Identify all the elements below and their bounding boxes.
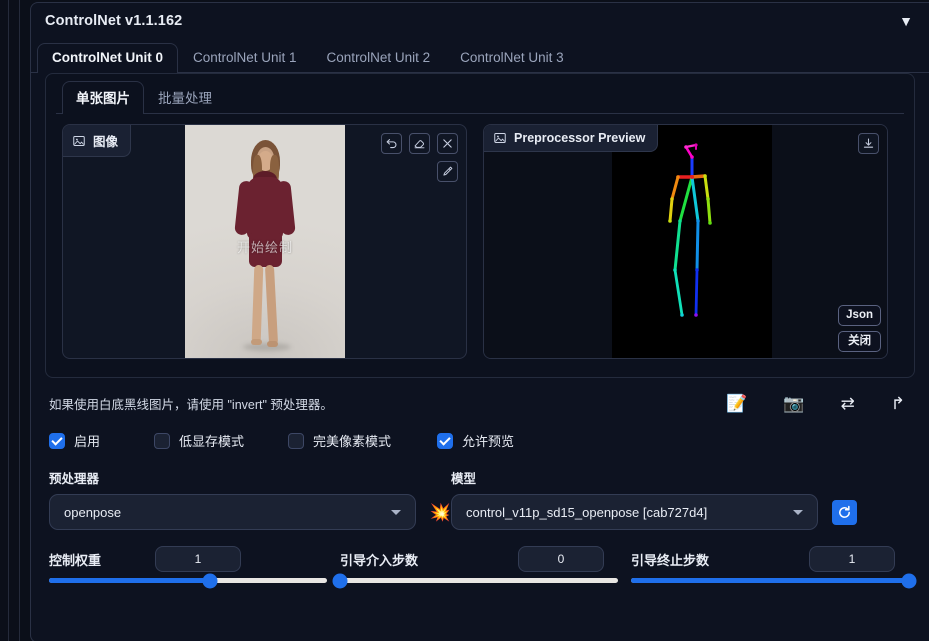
model-label: 模型 bbox=[451, 472, 477, 486]
tab-controlnet-unit-3[interactable]: ControlNet Unit 3 bbox=[445, 43, 579, 73]
checkbox-low-vram-label: 低显存模式 bbox=[179, 434, 245, 449]
pen-icon[interactable] bbox=[437, 161, 458, 182]
preprocessor-value: openpose bbox=[64, 504, 122, 520]
slider-end-step-top: 引导终止步数 1 bbox=[631, 546, 909, 572]
accordion-header[interactable]: ControlNet v1.1.162 ▼ bbox=[31, 3, 929, 39]
checkbox-allow-preview-label: 允许预览 bbox=[462, 434, 515, 449]
preprocessor-canvas bbox=[612, 125, 772, 358]
preprocessor-group: 预处理器 openpose 💥 bbox=[49, 468, 451, 530]
checkbox-pixel-perfect-label: 完美像素模式 bbox=[313, 434, 392, 449]
preprocessor-line: openpose 💥 bbox=[49, 494, 451, 530]
checkbox-enable[interactable]: 启用 bbox=[49, 431, 100, 450]
image-tool-column bbox=[381, 133, 458, 182]
slider-control-weight-thumb[interactable] bbox=[202, 573, 218, 588]
options-checkbox-row: 启用 低显存模式 完美像素模式 允许预览 bbox=[31, 413, 929, 450]
controlnet-accordion: ControlNet v1.1.162 ▼ ControlNet Unit 0 … bbox=[30, 2, 929, 641]
openpose-skeleton bbox=[668, 143, 712, 317]
slider-row: 控制权重 1 引导介入步数 0 引导终止步数 1 bbox=[31, 530, 929, 588]
checkbox-allow-preview[interactable]: 允许预览 bbox=[437, 431, 514, 450]
json-button[interactable]: Json bbox=[838, 305, 881, 326]
invert-hint-text: 如果使用白底黑线图片，请使用 "invert" 预处理器。 bbox=[49, 398, 333, 412]
slider-start-step-label: 引导介入步数 bbox=[340, 552, 419, 568]
checkbox-low-vram[interactable]: 低显存模式 bbox=[154, 431, 244, 450]
slider-start-step-track[interactable] bbox=[332, 573, 618, 588]
image-icon bbox=[494, 133, 506, 143]
slider-end-step-thumb[interactable] bbox=[901, 573, 917, 588]
slider-control-weight-track[interactable] bbox=[49, 573, 327, 588]
slider-end-step-track[interactable] bbox=[631, 573, 917, 588]
refresh-icon[interactable] bbox=[832, 499, 857, 525]
unit-content-panel: 单张图片 批量处理 图像 开始绘制 Preprocessor Preview J… bbox=[45, 73, 915, 378]
tab-controlnet-unit-0[interactable]: ControlNet Unit 0 bbox=[37, 43, 178, 73]
checkbox-low-vram-box[interactable] bbox=[154, 432, 171, 449]
slider-control-weight-value[interactable]: 1 bbox=[155, 546, 242, 572]
model-group: 模型 control_v11p_sd15_openpose [cab727d4] bbox=[451, 468, 857, 530]
eraser-icon[interactable] bbox=[409, 133, 430, 154]
checkbox-enable-box[interactable] bbox=[49, 432, 65, 449]
checkbox-allow-preview-box[interactable] bbox=[437, 432, 454, 449]
model-value: control_v11p_sd15_openpose [cab727d4] bbox=[466, 504, 708, 520]
preview-tool-column bbox=[858, 133, 879, 154]
camera-icon[interactable]: 📷 bbox=[783, 395, 804, 412]
preprocessor-dropdown[interactable]: openpose bbox=[49, 494, 416, 530]
close-preview-button[interactable]: 关闭 bbox=[838, 331, 881, 352]
run-preprocessor-icon[interactable]: 💥 bbox=[430, 504, 451, 521]
slider-end-step-label: 引导终止步数 bbox=[631, 552, 710, 568]
outer-frame-line-2 bbox=[19, 0, 20, 641]
preview-tab: Preprocessor Preview bbox=[484, 125, 659, 152]
tab-controlnet-unit-1[interactable]: ControlNet Unit 1 bbox=[178, 43, 312, 73]
preprocessor-preview-box[interactable]: Preprocessor Preview Json 关闭 bbox=[483, 124, 888, 359]
slider-start-step-value[interactable]: 0 bbox=[518, 546, 605, 572]
slider-control-weight-top: 控制权重 1 bbox=[49, 546, 327, 572]
model-dropdown[interactable]: control_v11p_sd15_openpose [cab727d4] bbox=[451, 494, 818, 530]
slider-start-step: 引导介入步数 0 bbox=[332, 546, 618, 588]
slider-end-step-value[interactable]: 1 bbox=[809, 546, 896, 572]
uploaded-photo: 开始绘制 bbox=[185, 125, 345, 358]
unit-tab-bar: ControlNet Unit 0 ControlNet Unit 1 Cont… bbox=[31, 39, 929, 73]
checkbox-pixel-perfect[interactable]: 完美像素模式 bbox=[288, 431, 391, 450]
input-image-box[interactable]: 图像 开始绘制 bbox=[62, 124, 467, 359]
image-tool-row bbox=[381, 133, 458, 154]
chevron-down-icon[interactable] bbox=[793, 509, 803, 515]
tab-batch-process[interactable]: 批量处理 bbox=[144, 81, 226, 114]
slider-start-step-thumb[interactable] bbox=[332, 573, 348, 588]
send-dimensions-icon[interactable]: ↱ bbox=[891, 395, 905, 412]
download-icon[interactable] bbox=[858, 133, 879, 154]
page-title: ControlNet v1.1.162 bbox=[45, 13, 183, 29]
input-image-tab-label: 图像 bbox=[93, 135, 119, 149]
undo-icon[interactable] bbox=[381, 133, 402, 154]
input-image-tab: 图像 bbox=[63, 125, 132, 157]
model-line: control_v11p_sd15_openpose [cab727d4] bbox=[451, 494, 857, 530]
tab-single-image[interactable]: 单张图片 bbox=[62, 81, 144, 114]
image-tool-row-2 bbox=[437, 161, 458, 182]
close-icon[interactable] bbox=[437, 133, 458, 154]
preview-tab-label: Preprocessor Preview bbox=[514, 131, 646, 145]
tab-controlnet-unit-2[interactable]: ControlNet Unit 2 bbox=[312, 43, 446, 73]
photo-watermark: 开始绘制 bbox=[236, 240, 293, 255]
preprocessor-label: 预处理器 bbox=[49, 472, 100, 486]
image-row: 图像 开始绘制 Preprocessor Preview Json 关闭 bbox=[56, 114, 904, 359]
checkbox-enable-label: 启用 bbox=[74, 434, 101, 449]
model-selection-row: 预处理器 openpose 💥 模型 control_v11p_sd15_ope… bbox=[31, 450, 929, 530]
image-icon bbox=[73, 135, 85, 146]
outer-frame-line-1 bbox=[8, 0, 9, 641]
slider-control-weight: 控制权重 1 bbox=[49, 546, 327, 588]
chevron-down-icon[interactable] bbox=[390, 509, 401, 515]
open-new-canvas-icon[interactable]: 📝 bbox=[726, 395, 747, 412]
chevron-down-icon[interactable]: ▼ bbox=[899, 14, 913, 28]
checkbox-pixel-perfect-box[interactable] bbox=[288, 432, 305, 449]
controlnet-panel: ControlNet v1.1.162 ▼ ControlNet Unit 0 … bbox=[0, 0, 929, 641]
mode-tab-bar: 单张图片 批量处理 bbox=[56, 81, 904, 114]
preview-action-buttons: Json 关闭 bbox=[838, 305, 881, 352]
hint-row: 如果使用白底黑线图片，请使用 "invert" 预处理器。 📝 📷 ⇄ ↱ bbox=[31, 378, 929, 413]
quick-tool-row: 📝 📷 ⇄ ↱ bbox=[726, 395, 905, 412]
slider-start-step-top: 引导介入步数 0 bbox=[340, 546, 618, 572]
swap-camera-icon[interactable]: ⇄ bbox=[841, 395, 855, 412]
slider-end-step: 引导终止步数 1 bbox=[631, 546, 917, 588]
slider-control-weight-label: 控制权重 bbox=[49, 552, 102, 568]
